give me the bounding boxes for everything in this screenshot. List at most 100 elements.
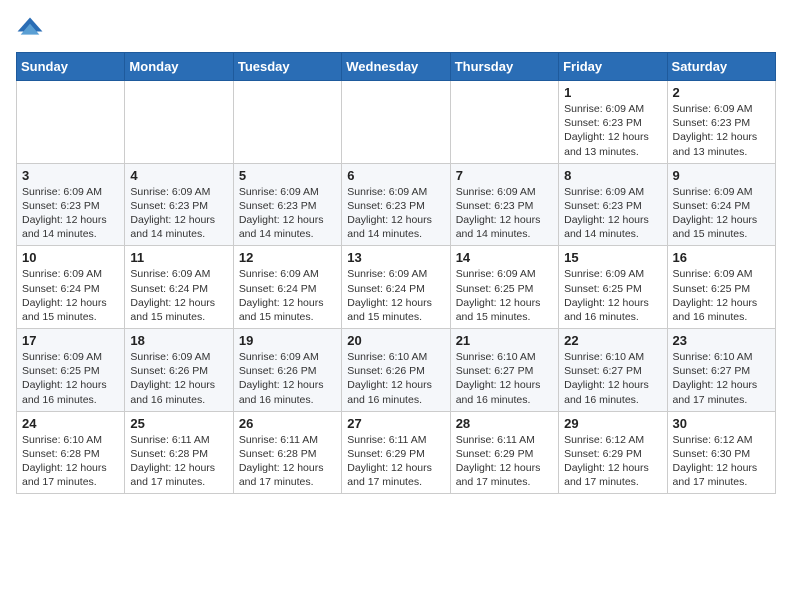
calendar-cell: 16 Sunrise: 6:09 AM Sunset: 6:25 PM Dayli… (667, 246, 775, 329)
calendar-cell: 10 Sunrise: 6:09 AM Sunset: 6:24 PM Dayli… (17, 246, 125, 329)
day-info: Sunrise: 6:09 AM Sunset: 6:24 PM Dayligh… (673, 185, 771, 242)
day-info: Sunrise: 6:09 AM Sunset: 6:24 PM Dayligh… (130, 267, 228, 324)
day-number: 28 (456, 416, 554, 431)
calendar-cell: 15 Sunrise: 6:09 AM Sunset: 6:25 PM Dayli… (559, 246, 667, 329)
day-number: 14 (456, 250, 554, 265)
day-info: Sunrise: 6:11 AM Sunset: 6:29 PM Dayligh… (456, 433, 554, 490)
calendar-cell: 18 Sunrise: 6:09 AM Sunset: 6:26 PM Dayli… (125, 329, 233, 412)
column-header-saturday: Saturday (667, 53, 775, 81)
logo (16, 16, 48, 44)
day-info: Sunrise: 6:11 AM Sunset: 6:28 PM Dayligh… (130, 433, 228, 490)
day-info: Sunrise: 6:10 AM Sunset: 6:27 PM Dayligh… (673, 350, 771, 407)
calendar-week-4: 17Sunrise: 6:09 AM Sunset: 6:25 PM Dayli… (17, 329, 776, 412)
day-info: Sunrise: 6:09 AM Sunset: 6:24 PM Dayligh… (347, 267, 445, 324)
day-info: Sunrise: 6:11 AM Sunset: 6:29 PM Dayligh… (347, 433, 445, 490)
column-header-sunday: Sunday (17, 53, 125, 81)
day-number: 26 (239, 416, 337, 431)
day-number: 20 (347, 333, 445, 348)
day-info: Sunrise: 6:09 AM Sunset: 6:23 PM Dayligh… (347, 185, 445, 242)
calendar-cell (233, 81, 341, 164)
day-info: Sunrise: 6:09 AM Sunset: 6:26 PM Dayligh… (130, 350, 228, 407)
day-number: 7 (456, 168, 554, 183)
calendar-cell (125, 81, 233, 164)
day-info: Sunrise: 6:09 AM Sunset: 6:25 PM Dayligh… (673, 267, 771, 324)
calendar-cell: 27 Sunrise: 6:11 AM Sunset: 6:29 PM Dayli… (342, 411, 450, 494)
column-header-tuesday: Tuesday (233, 53, 341, 81)
day-number: 10 (22, 250, 120, 265)
day-info: Sunrise: 6:10 AM Sunset: 6:27 PM Dayligh… (564, 350, 662, 407)
calendar-cell: 9 Sunrise: 6:09 AM Sunset: 6:24 PM Daylig… (667, 163, 775, 246)
day-number: 9 (673, 168, 771, 183)
column-header-thursday: Thursday (450, 53, 558, 81)
day-number: 12 (239, 250, 337, 265)
calendar-week-2: 3 Sunrise: 6:09 AM Sunset: 6:23 PM Daylig… (17, 163, 776, 246)
calendar-week-5: 24Sunrise: 6:10 AM Sunset: 6:28 PM Dayli… (17, 411, 776, 494)
day-info: Sunrise: 6:09 AM Sunset: 6:25 PM Dayligh… (456, 267, 554, 324)
calendar-cell: 23 Sunrise: 6:10 AM Sunset: 6:27 PM Dayli… (667, 329, 775, 412)
calendar-cell: 13 Sunrise: 6:09 AM Sunset: 6:24 PM Dayli… (342, 246, 450, 329)
calendar-cell: 19Sunrise: 6:09 AM Sunset: 6:26 PM Dayli… (233, 329, 341, 412)
day-number: 30 (673, 416, 771, 431)
day-info: Sunrise: 6:09 AM Sunset: 6:25 PM Dayligh… (564, 267, 662, 324)
day-info: Sunrise: 6:09 AM Sunset: 6:23 PM Dayligh… (456, 185, 554, 242)
day-info: Sunrise: 6:11 AM Sunset: 6:28 PM Dayligh… (239, 433, 337, 490)
calendar-cell: 2Sunrise: 6:09 AM Sunset: 6:23 PM Daylig… (667, 81, 775, 164)
day-number: 19 (239, 333, 337, 348)
column-header-friday: Friday (559, 53, 667, 81)
day-number: 5 (239, 168, 337, 183)
calendar-cell: 3 Sunrise: 6:09 AM Sunset: 6:23 PM Daylig… (17, 163, 125, 246)
day-info: Sunrise: 6:12 AM Sunset: 6:29 PM Dayligh… (564, 433, 662, 490)
calendar-cell: 24Sunrise: 6:10 AM Sunset: 6:28 PM Dayli… (17, 411, 125, 494)
day-info: Sunrise: 6:10 AM Sunset: 6:26 PM Dayligh… (347, 350, 445, 407)
day-info: Sunrise: 6:09 AM Sunset: 6:23 PM Dayligh… (564, 102, 662, 159)
day-info: Sunrise: 6:10 AM Sunset: 6:27 PM Dayligh… (456, 350, 554, 407)
calendar-cell: 7 Sunrise: 6:09 AM Sunset: 6:23 PM Daylig… (450, 163, 558, 246)
day-number: 4 (130, 168, 228, 183)
calendar-cell: 5 Sunrise: 6:09 AM Sunset: 6:23 PM Daylig… (233, 163, 341, 246)
calendar-cell: 6 Sunrise: 6:09 AM Sunset: 6:23 PM Daylig… (342, 163, 450, 246)
calendar-cell (17, 81, 125, 164)
calendar-header-row: SundayMondayTuesdayWednesdayThursdayFrid… (17, 53, 776, 81)
day-info: Sunrise: 6:09 AM Sunset: 6:23 PM Dayligh… (564, 185, 662, 242)
page-header (16, 16, 776, 44)
calendar-cell: 17Sunrise: 6:09 AM Sunset: 6:25 PM Dayli… (17, 329, 125, 412)
day-number: 25 (130, 416, 228, 431)
day-info: Sunrise: 6:09 AM Sunset: 6:24 PM Dayligh… (22, 267, 120, 324)
calendar-cell: 25 Sunrise: 6:11 AM Sunset: 6:28 PM Dayli… (125, 411, 233, 494)
column-header-monday: Monday (125, 53, 233, 81)
day-number: 27 (347, 416, 445, 431)
day-info: Sunrise: 6:09 AM Sunset: 6:23 PM Dayligh… (130, 185, 228, 242)
day-number: 6 (347, 168, 445, 183)
logo-icon (16, 16, 44, 44)
calendar-cell: 22 Sunrise: 6:10 AM Sunset: 6:27 PM Dayli… (559, 329, 667, 412)
calendar-cell (342, 81, 450, 164)
calendar-cell: 1 Sunrise: 6:09 AM Sunset: 6:23 PM Daylig… (559, 81, 667, 164)
day-number: 8 (564, 168, 662, 183)
day-number: 1 (564, 85, 662, 100)
calendar-cell: 21 Sunrise: 6:10 AM Sunset: 6:27 PM Dayli… (450, 329, 558, 412)
calendar-cell (450, 81, 558, 164)
day-number: 22 (564, 333, 662, 348)
calendar-cell: 26 Sunrise: 6:11 AM Sunset: 6:28 PM Dayli… (233, 411, 341, 494)
day-number: 18 (130, 333, 228, 348)
calendar-cell: 28 Sunrise: 6:11 AM Sunset: 6:29 PM Dayli… (450, 411, 558, 494)
calendar-week-3: 10 Sunrise: 6:09 AM Sunset: 6:24 PM Dayli… (17, 246, 776, 329)
day-number: 23 (673, 333, 771, 348)
calendar-cell: 11 Sunrise: 6:09 AM Sunset: 6:24 PM Dayli… (125, 246, 233, 329)
calendar-cell: 12 Sunrise: 6:09 AM Sunset: 6:24 PM Dayli… (233, 246, 341, 329)
day-number: 21 (456, 333, 554, 348)
day-info: Sunrise: 6:09 AM Sunset: 6:24 PM Dayligh… (239, 267, 337, 324)
day-number: 3 (22, 168, 120, 183)
day-number: 17 (22, 333, 120, 348)
day-number: 11 (130, 250, 228, 265)
day-info: Sunrise: 6:09 AM Sunset: 6:23 PM Dayligh… (239, 185, 337, 242)
calendar-cell: 8 Sunrise: 6:09 AM Sunset: 6:23 PM Daylig… (559, 163, 667, 246)
calendar-table: SundayMondayTuesdayWednesdayThursdayFrid… (16, 52, 776, 494)
day-number: 16 (673, 250, 771, 265)
day-info: Sunrise: 6:12 AM Sunset: 6:30 PM Dayligh… (673, 433, 771, 490)
day-info: Sunrise: 6:09 AM Sunset: 6:23 PM Dayligh… (22, 185, 120, 242)
day-number: 13 (347, 250, 445, 265)
day-number: 15 (564, 250, 662, 265)
calendar-cell: 20 Sunrise: 6:10 AM Sunset: 6:26 PM Dayli… (342, 329, 450, 412)
day-number: 2 (673, 85, 771, 100)
